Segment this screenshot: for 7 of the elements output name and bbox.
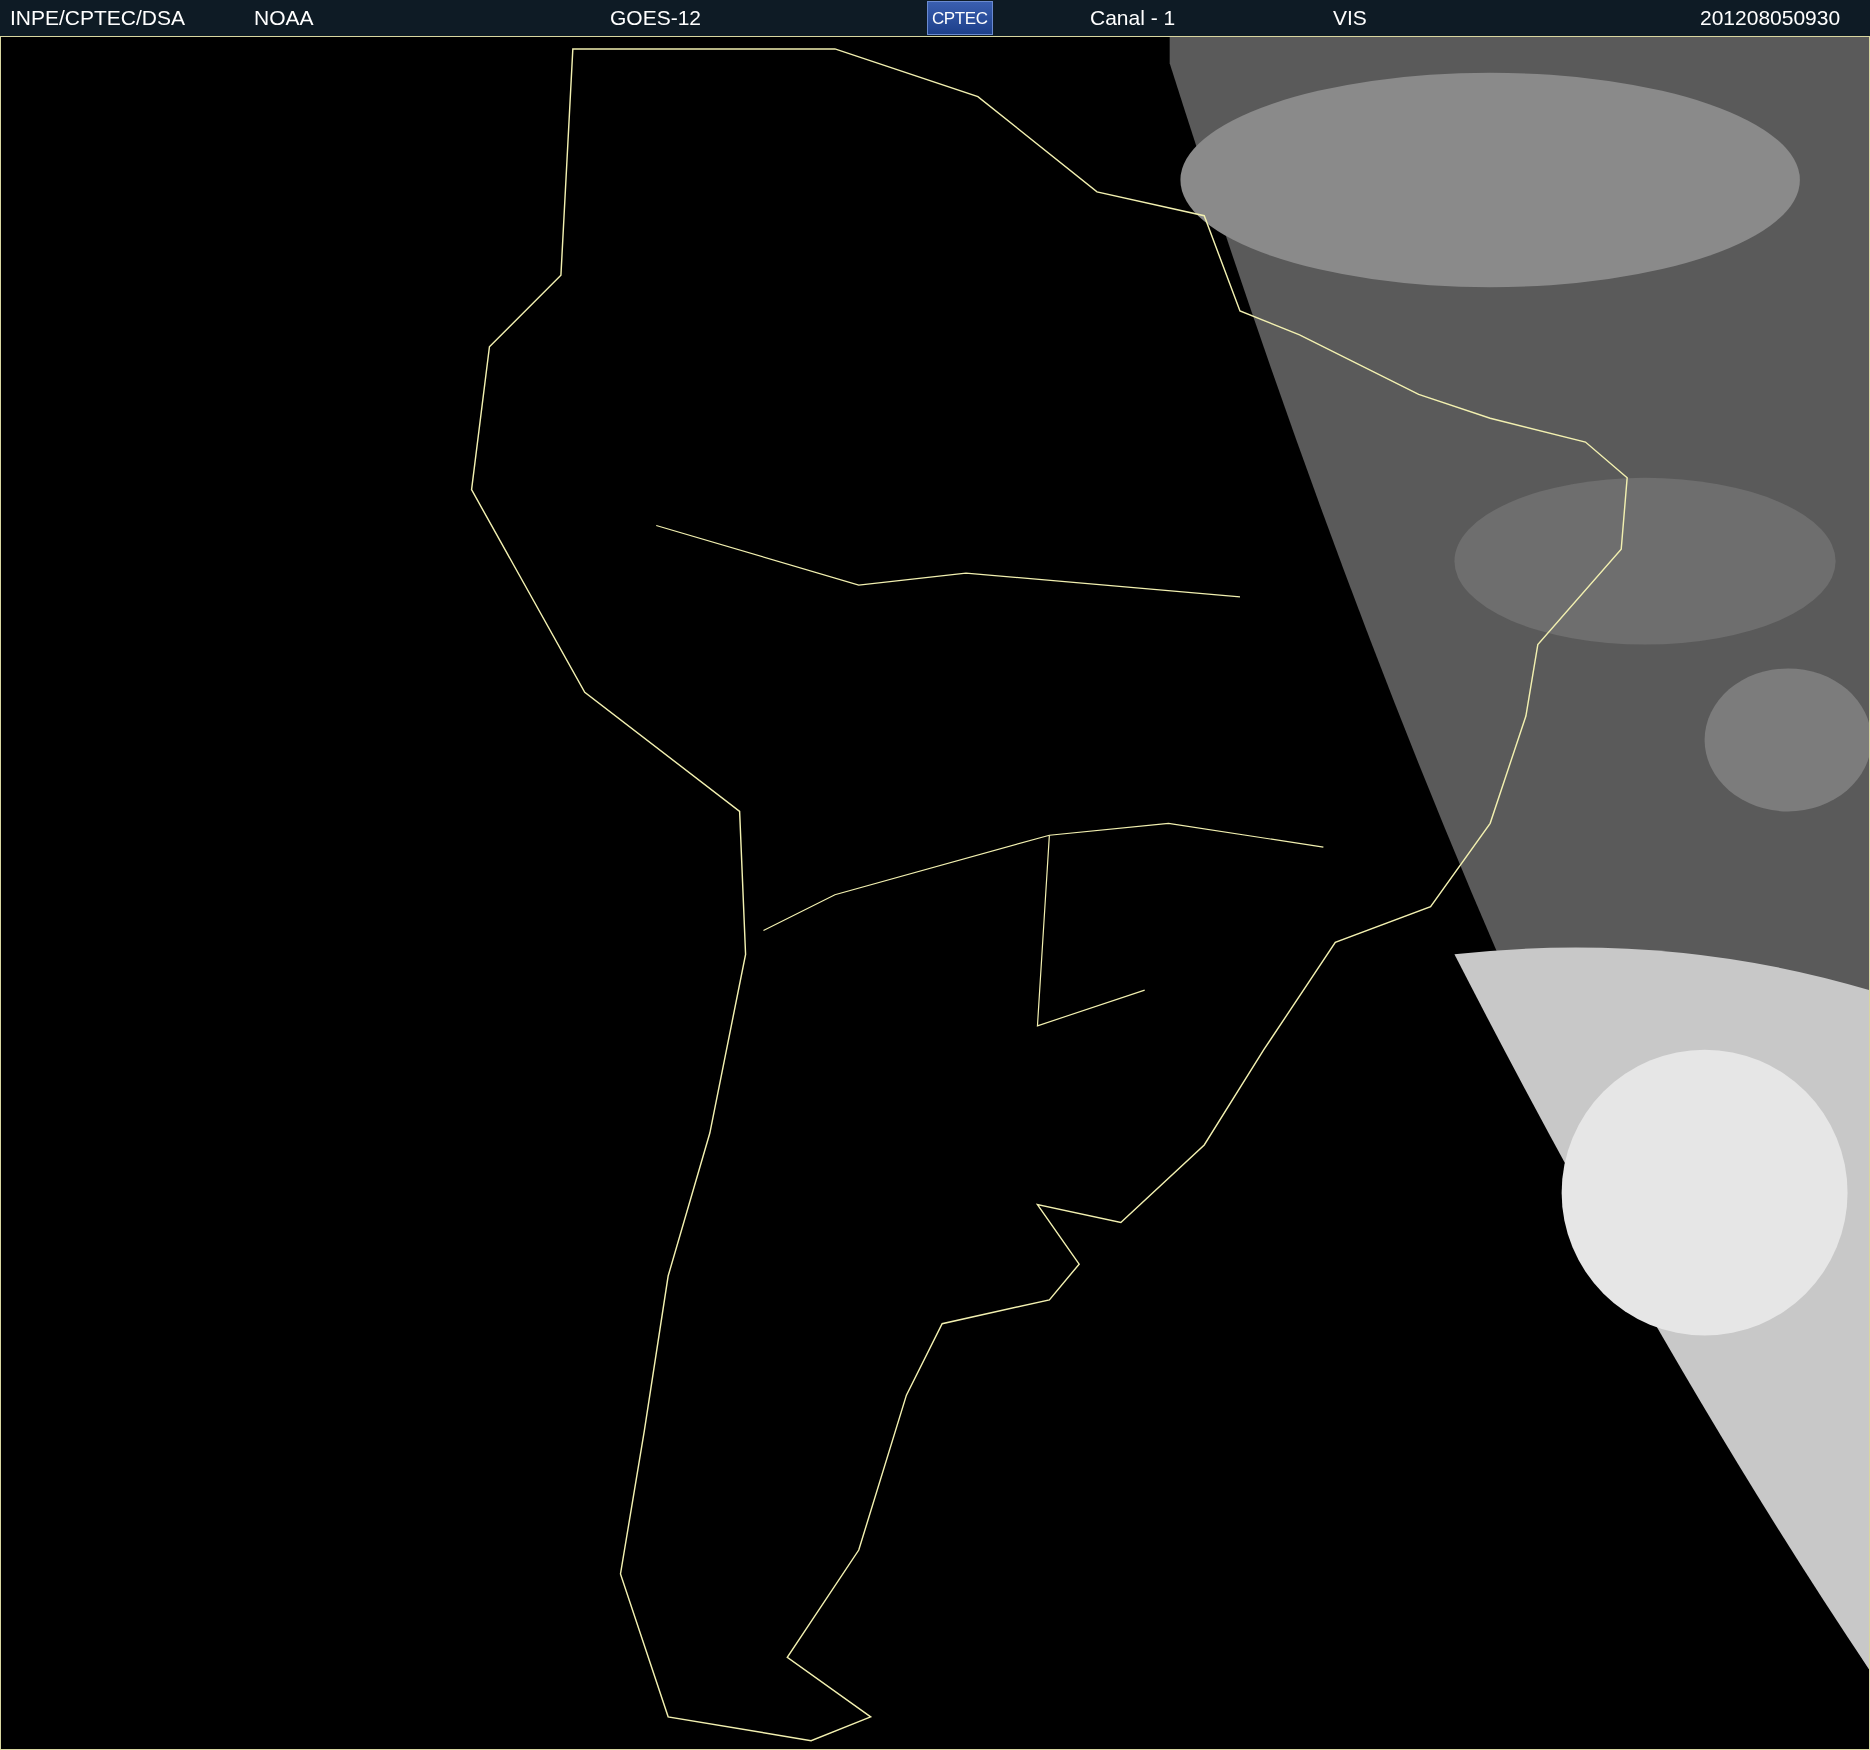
- header-label: Canal - 1: [1090, 6, 1176, 30]
- header-label: VIS: [1333, 6, 1367, 30]
- header-label: NOAA: [254, 6, 314, 30]
- header-label: GOES-12: [610, 6, 702, 30]
- header-label: 201208050930: [1700, 6, 1841, 30]
- cptec-logo: CPTEC: [927, 1, 993, 35]
- header-label: INPE/CPTEC/DSA: [10, 6, 186, 30]
